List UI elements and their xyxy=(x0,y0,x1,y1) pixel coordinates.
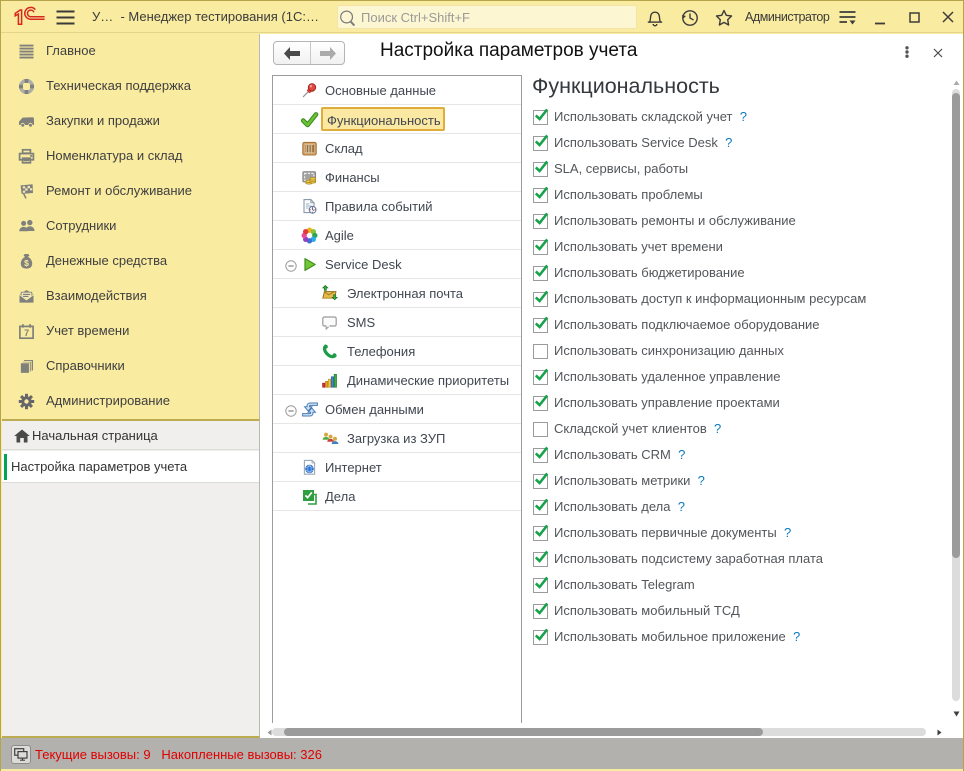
svg-text:$: $ xyxy=(24,258,29,268)
svg-text:7: 7 xyxy=(24,328,29,338)
